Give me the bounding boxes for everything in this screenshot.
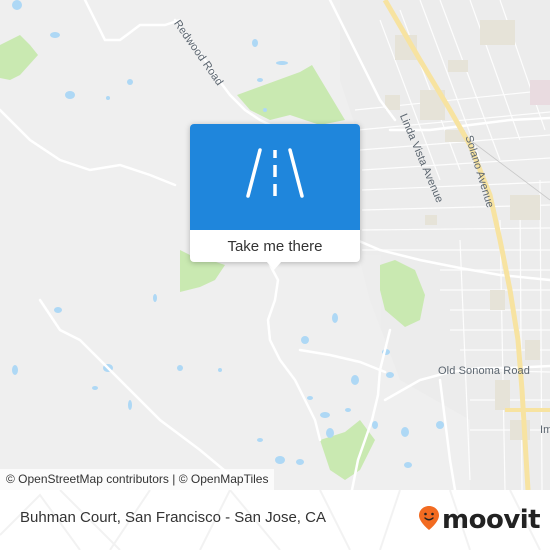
street-label-partial: Im bbox=[540, 424, 550, 436]
moovit-pin-icon bbox=[418, 505, 440, 536]
take-me-there-popup[interactable]: Take me there bbox=[190, 124, 360, 270]
urban-block-pink bbox=[530, 80, 550, 105]
moovit-wordmark: moovit bbox=[442, 505, 541, 535]
street-label-old-sonoma-road: Old Sonoma Road bbox=[438, 365, 530, 377]
road-icon bbox=[243, 147, 307, 207]
footer-bar: Buhman Court, San Francisco - San Jose, … bbox=[0, 490, 550, 550]
take-me-there-button[interactable]: Take me there bbox=[190, 230, 360, 262]
popup-header[interactable] bbox=[190, 124, 360, 230]
moovit-logo[interactable]: moovit bbox=[418, 504, 541, 536]
map-attribution[interactable]: © OpenStreetMap contributors | © OpenMap… bbox=[0, 469, 275, 490]
popup-pointer bbox=[266, 261, 282, 270]
location-title: Buhman Court, San Francisco - San Jose, … bbox=[20, 509, 326, 526]
